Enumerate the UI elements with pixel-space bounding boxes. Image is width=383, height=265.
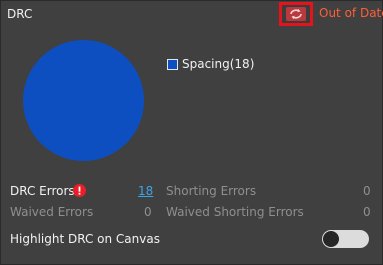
refresh-icon (286, 7, 306, 21)
highlight-drc-label: Highlight DRC on Canvas (10, 232, 160, 246)
drc-pie-chart (23, 40, 144, 161)
refresh-button[interactable] (279, 2, 313, 26)
status-text: Out of Date (319, 6, 383, 20)
shorting-errors-value: 0 (363, 184, 371, 198)
waived-shorting-errors-label: Waived Shorting Errors (166, 205, 304, 219)
toggle-knob (323, 231, 339, 247)
legend-item-spacing[interactable]: Spacing(18) (167, 57, 254, 71)
shorting-errors-label: Shorting Errors (166, 184, 257, 198)
legend-label: Spacing(18) (182, 57, 255, 71)
drc-errors-count-link[interactable]: 18 (138, 184, 153, 198)
legend-swatch (167, 58, 178, 70)
waived-errors-value: 0 (144, 205, 152, 219)
error-icon (73, 184, 86, 197)
waived-shorting-errors-value: 0 (363, 205, 371, 219)
drc-panel: DRC Out of Date Spacing(18) DRC Errors 1… (0, 0, 383, 265)
panel-title: DRC (7, 7, 33, 21)
pie-slice-0[interactable] (23, 40, 144, 161)
drc-errors-label: DRC Errors (10, 184, 75, 198)
highlight-drc-toggle[interactable] (322, 230, 369, 248)
waived-errors-label: Waived Errors (10, 205, 94, 219)
